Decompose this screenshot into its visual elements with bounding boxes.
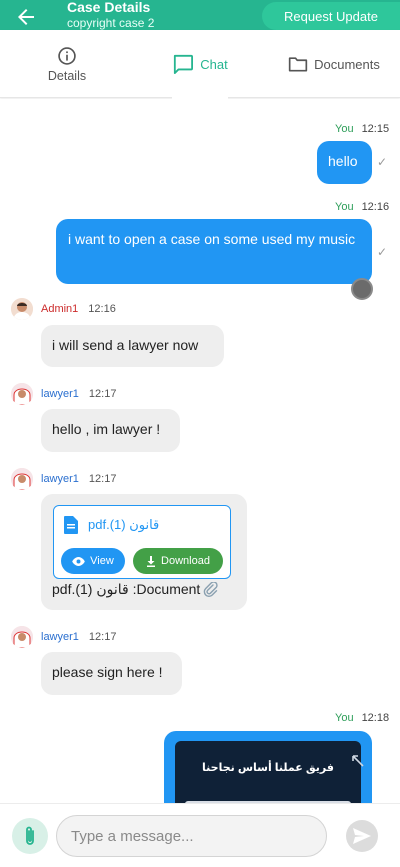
arrow-left-icon — [18, 9, 34, 25]
info-icon — [58, 46, 76, 65]
sent-check-icon: ✓ — [377, 245, 388, 259]
image-overlay-text: فريق عملنا أساس نجاحنا — [202, 762, 334, 774]
message-time: 12:17 — [88, 631, 117, 643]
view-document-button[interactable]: View — [61, 548, 125, 574]
message-composer — [0, 803, 400, 867]
sender-name: lawyer1 — [41, 473, 79, 485]
message-meta: lawyer1 12:17 — [41, 388, 116, 400]
paperclip-icon — [204, 581, 218, 597]
message-meta: You 12:18 — [335, 712, 389, 724]
avatar — [11, 298, 33, 320]
folder-icon — [288, 57, 308, 72]
document-caption: pdf.(1) قانون :Document — [52, 581, 219, 598]
admin-avatar-icon — [11, 298, 33, 320]
case-subtitle: copyright case 2 — [67, 16, 155, 30]
eye-icon — [72, 556, 85, 566]
sender-name: You — [335, 123, 354, 135]
avatar — [11, 383, 33, 405]
back-button[interactable] — [14, 5, 38, 29]
message-time: 12:17 — [88, 388, 117, 400]
tab-documents-label: Documents — [314, 56, 380, 72]
message-time: 12:16 — [361, 201, 390, 213]
tab-details[interactable]: Details — [26, 30, 108, 98]
sender-name: You — [335, 201, 354, 213]
their-message-bubble[interactable]: i will send a lawyer now — [41, 325, 224, 367]
their-message-bubble[interactable]: hello , im lawyer ! — [41, 409, 180, 452]
message-meta: lawyer1 12:17 — [41, 473, 116, 485]
page-title: Case Details — [67, 0, 151, 15]
message-time: 12:18 — [361, 712, 390, 724]
scroll-to-bottom-button[interactable] — [351, 278, 373, 300]
image-attachment[interactable]: فريق عملنا أساس نجاحنا — [175, 741, 361, 803]
sender-name: Admin1 — [41, 303, 79, 315]
document-file-icon — [64, 516, 78, 534]
document-file-name-text: قانون (1).pdf — [88, 517, 160, 532]
tab-bar: Details Chat Documents — [0, 30, 400, 99]
my-message-bubble[interactable]: hello — [317, 141, 372, 184]
message-meta: lawyer1 12:17 — [41, 631, 116, 643]
download-document-button[interactable]: Download — [133, 548, 223, 574]
avatar — [11, 626, 33, 648]
chat-icon — [174, 54, 194, 74]
message-time: 12:15 — [361, 123, 390, 135]
download-label: Download — [161, 555, 210, 567]
tab-documents[interactable]: Documents — [284, 30, 384, 98]
app-header: Case Details copyright case 2 Request Up… — [0, 0, 400, 30]
sender-name: lawyer1 — [41, 388, 79, 400]
message-input[interactable] — [56, 815, 327, 857]
document-file-name: قانون (1).pdf — [64, 516, 159, 534]
sender-name: lawyer1 — [41, 631, 79, 643]
image-message-bubble[interactable]: فريق عملنا أساس نجاحنا — [164, 731, 372, 803]
view-label: View — [90, 555, 114, 567]
lawyer-avatar-icon — [11, 383, 33, 405]
message-meta: You 12:16 — [335, 201, 389, 213]
message-meta: Admin1 12:16 — [41, 303, 116, 315]
tab-chat-label: Chat — [200, 56, 228, 72]
expand-image-icon[interactable] — [352, 755, 364, 767]
download-icon — [147, 555, 156, 567]
paperclip-icon — [26, 826, 34, 845]
request-update-button[interactable]: Request Update — [262, 2, 400, 30]
chat-messages[interactable]: You 12:15 hello ✓ You 12:16 i want to open… — [0, 99, 400, 803]
document-attachment-card[interactable]: قانون (1).pdf View Download — [53, 505, 231, 579]
tab-chat[interactable]: Chat — [168, 30, 232, 98]
my-message-bubble[interactable]: i want to open a case on some used my mu… — [56, 219, 372, 284]
lawyer-avatar-icon — [11, 626, 33, 648]
their-message-bubble[interactable]: please sign here ! — [41, 652, 182, 695]
message-time: 12:17 — [88, 473, 117, 485]
send-button[interactable] — [346, 820, 378, 852]
sent-check-icon: ✓ — [377, 155, 388, 169]
sender-name: You — [335, 712, 354, 724]
lawyer-avatar-icon — [11, 468, 33, 490]
avatar — [11, 468, 33, 490]
message-meta: You 12:15 — [335, 123, 389, 135]
tab-details-label: Details — [47, 68, 87, 83]
attach-button[interactable] — [12, 818, 48, 854]
document-caption-text: pdf.(1) قانون :Document — [52, 581, 201, 597]
send-icon — [353, 828, 371, 844]
message-time: 12:16 — [88, 303, 116, 315]
